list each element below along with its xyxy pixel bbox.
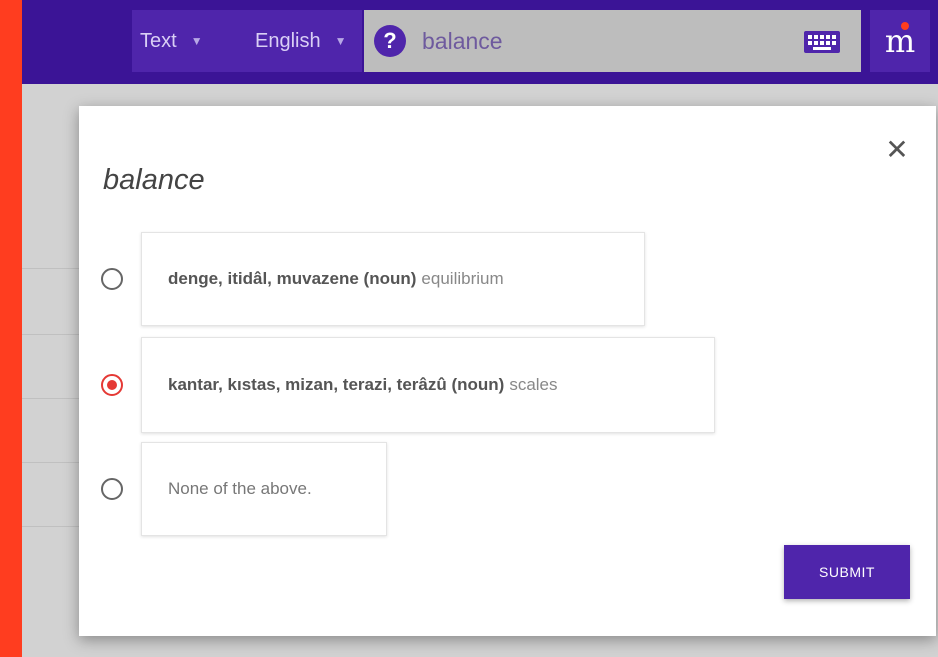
background-divider: [22, 462, 82, 463]
option-radio-0[interactable]: [101, 268, 123, 290]
dialog-title: balance: [103, 164, 205, 196]
option-terms-1: kantar, kıstas, mizan, terazi, terâzû (n…: [168, 375, 505, 394]
brand-logo: m: [885, 22, 915, 60]
option-card-0[interactable]: denge, itidâl, muvazene (noun) equilibri…: [141, 232, 645, 326]
background-divider: [22, 526, 82, 527]
option-gloss-0: equilibrium: [421, 269, 504, 288]
close-dialog-button[interactable]: ✕: [883, 136, 911, 164]
help-icon[interactable]: ?: [374, 25, 406, 57]
option-card-1[interactable]: kantar, kıstas, mizan, terazi, terâzû (n…: [141, 337, 715, 433]
caret-down-icon: ▼: [334, 34, 347, 48]
background-divider: [22, 268, 82, 269]
option-card-2[interactable]: None of the above.: [141, 442, 387, 536]
background-divider: [22, 334, 82, 335]
option-gloss-1: scales: [509, 375, 558, 394]
language-select[interactable]: English ▼: [255, 10, 347, 72]
option-radio-2[interactable]: [101, 478, 123, 500]
option-item-1[interactable]: kantar, kıstas, mizan, terazi, terâzû (n…: [101, 337, 715, 433]
brand-logo-dot: [900, 22, 909, 30]
option-gloss-2: None of the above.: [168, 479, 312, 498]
option-terms-0: denge, itidâl, muvazene (noun): [168, 269, 417, 288]
option-radio-1[interactable]: [101, 374, 123, 396]
option-item-2[interactable]: None of the above.: [101, 442, 387, 536]
brand-logo-letter: m: [884, 22, 916, 60]
close-icon: ✕: [885, 133, 909, 166]
background-divider: [22, 398, 82, 399]
keyboard-icon[interactable]: [804, 31, 840, 53]
caret-down-icon: ▼: [190, 34, 203, 48]
language-select-label: English: [255, 29, 321, 52]
search-input[interactable]: [422, 25, 782, 57]
choice-dialog: ✕ balance denge, itidâl, muvazene (noun)…: [79, 106, 936, 636]
mode-select-label: Text: [140, 29, 177, 52]
brand-menu-button[interactable]: m: [870, 10, 930, 72]
left-accent-strip: [0, 0, 22, 657]
option-item-0[interactable]: denge, itidâl, muvazene (noun) equilibri…: [101, 232, 645, 326]
search-box: ?: [364, 10, 861, 72]
submit-button[interactable]: SUBMIT: [784, 545, 910, 599]
mode-select[interactable]: Text ▼: [140, 10, 203, 72]
